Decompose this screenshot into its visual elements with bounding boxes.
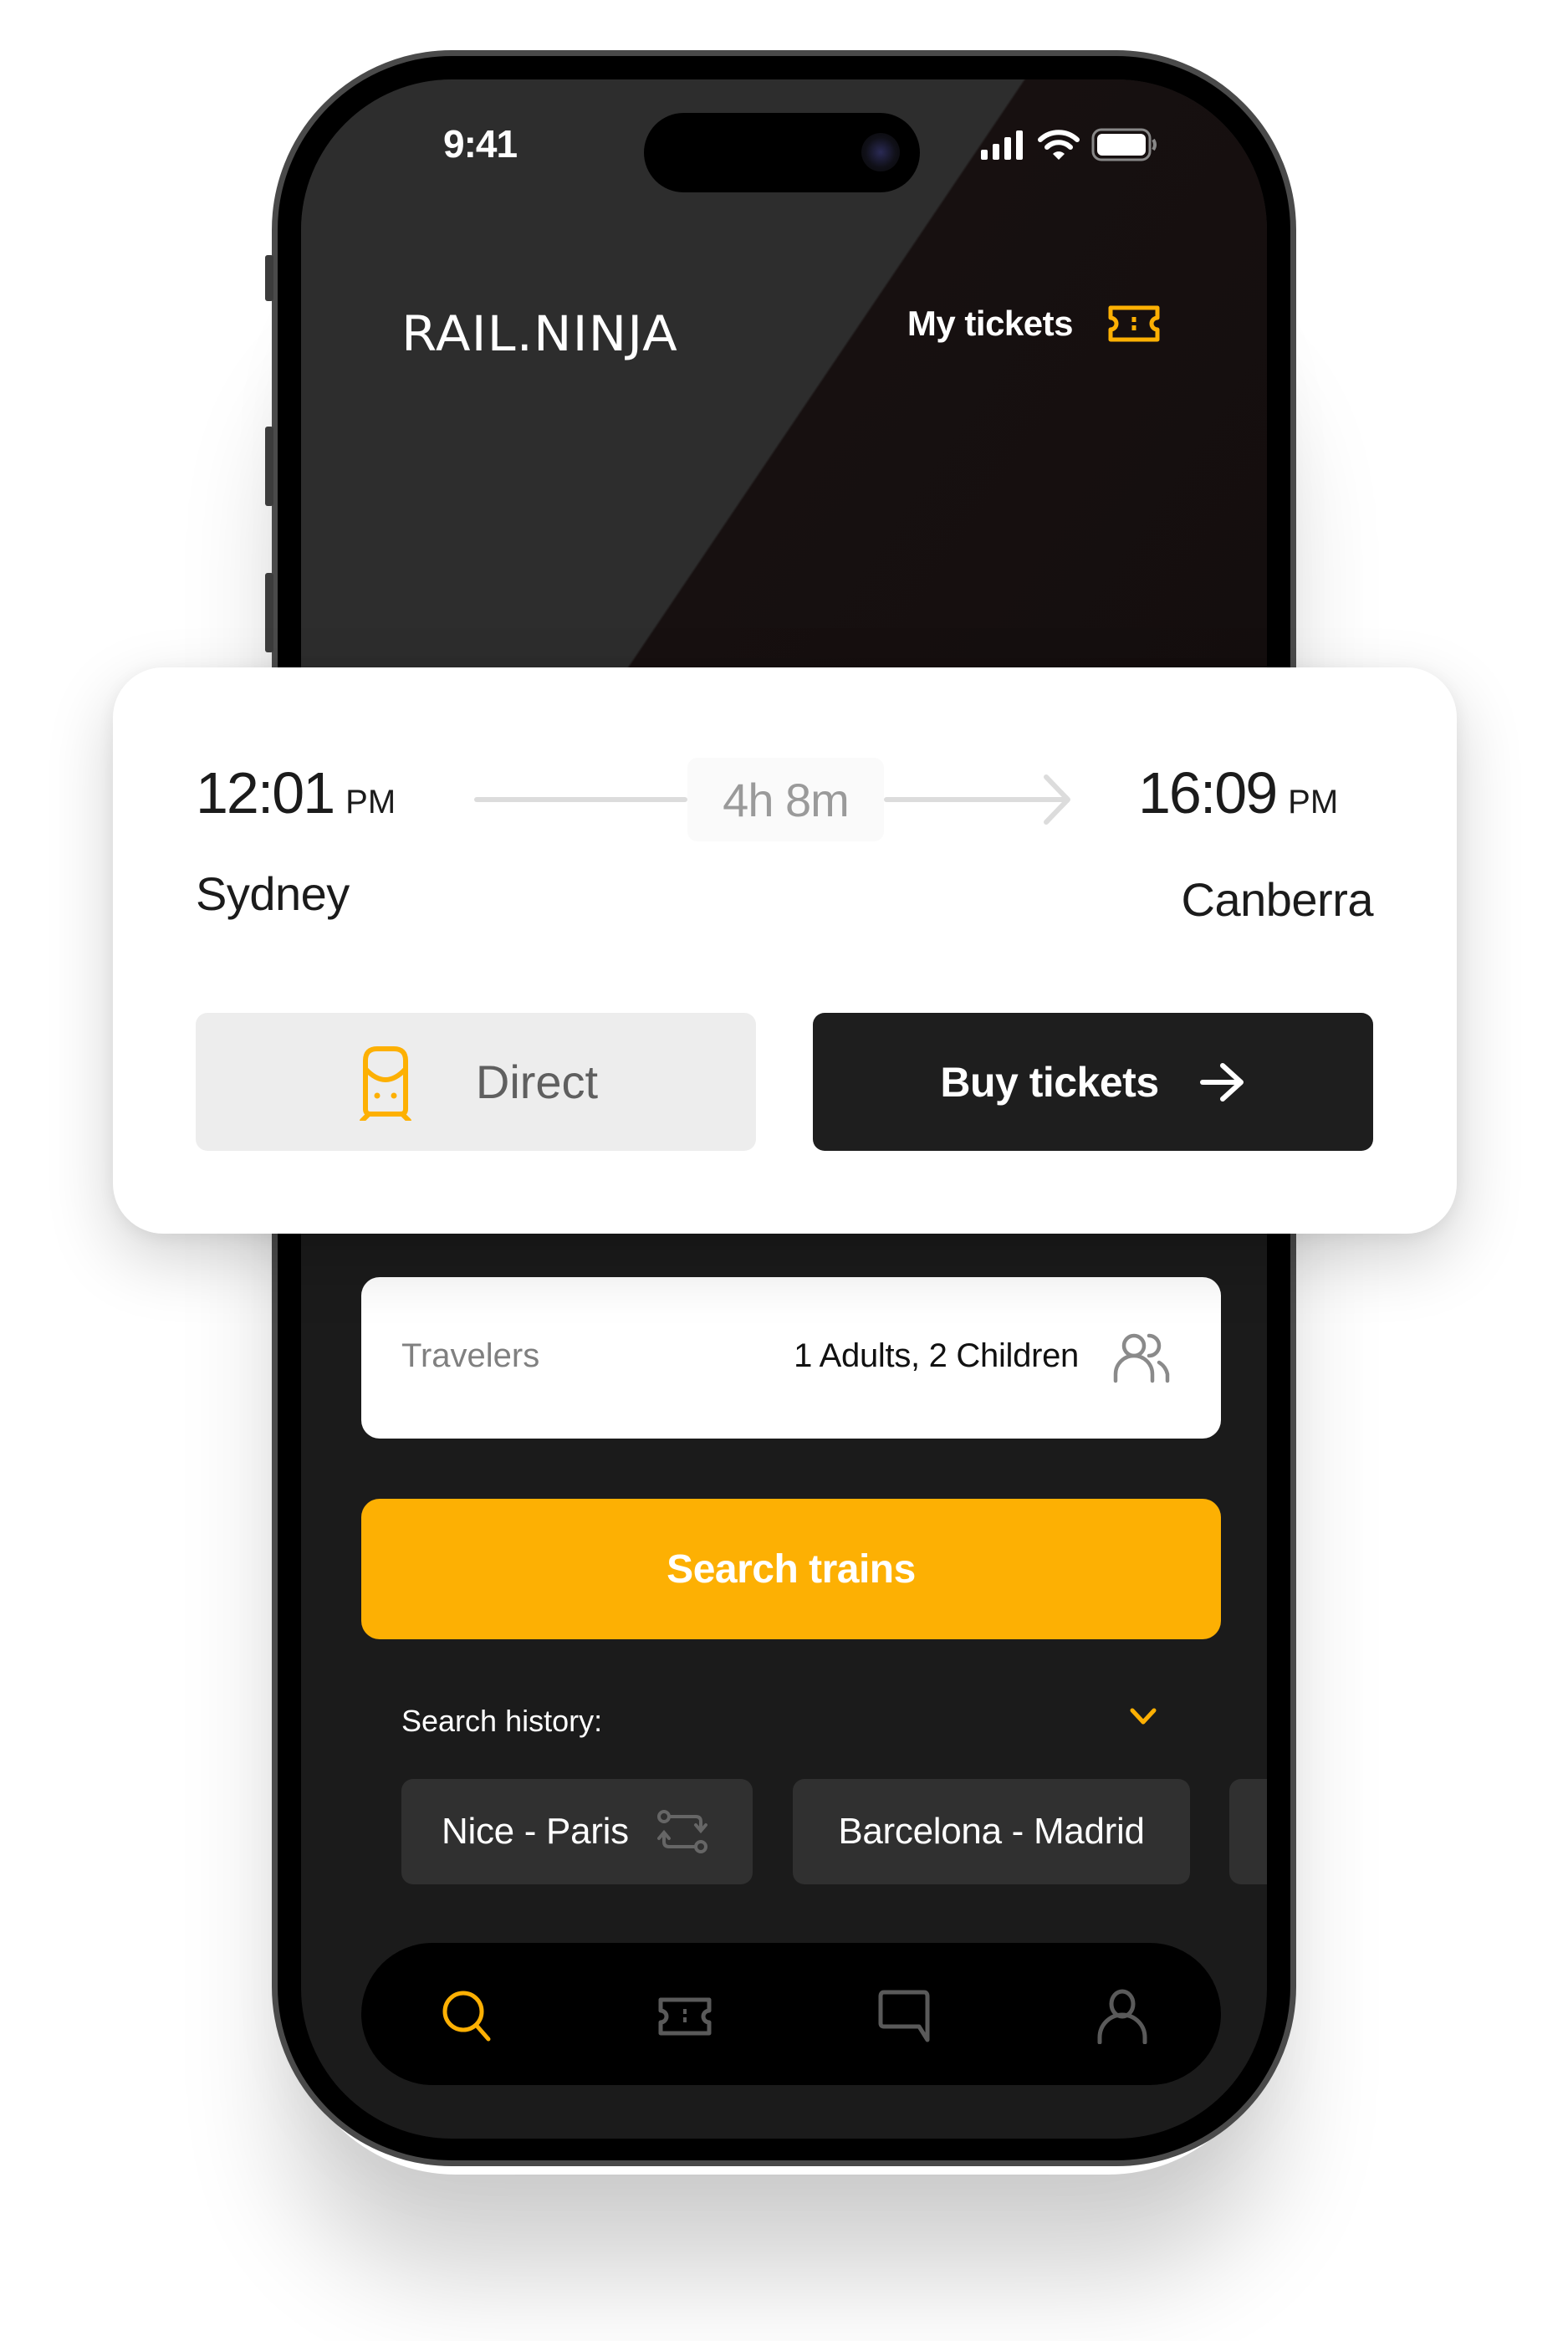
wifi-icon: [1038, 130, 1080, 160]
arrival-time-value: 16:09: [1138, 760, 1278, 825]
nav-messages[interactable]: [871, 1983, 937, 2050]
dynamic-island: [644, 113, 920, 192]
status-time: 9:41: [443, 122, 518, 166]
train-icon: [359, 1045, 411, 1121]
buy-tickets-label: Buy tickets: [940, 1058, 1159, 1106]
cellular-signal-icon: [981, 130, 1023, 160]
nav-tickets[interactable]: [651, 1983, 718, 2050]
route-line-right: [884, 797, 1068, 802]
ticket-icon: [658, 1997, 712, 2036]
chevron-down-icon[interactable]: [1129, 1706, 1157, 1726]
my-tickets-label: My tickets: [907, 304, 1074, 343]
nav-search[interactable]: [434, 1983, 501, 2050]
nav-profile[interactable]: [1089, 1983, 1156, 2050]
direct-badge: Direct: [196, 1013, 756, 1151]
arrival-ampm: PM: [1288, 784, 1339, 820]
my-tickets-link[interactable]: My tickets: [907, 304, 1160, 344]
route-arrow-icon: [1044, 774, 1070, 825]
arrival-city: Canberra: [1181, 873, 1374, 926]
arrival-time: 16:09 PM: [1138, 759, 1338, 826]
arrow-right-icon: [1199, 1062, 1244, 1101]
history-chip-label: Nice - Paris: [442, 1811, 629, 1852]
history-chip[interactable]: Nice - Paris: [401, 1779, 753, 1884]
action-button: [265, 255, 273, 301]
departure-city: Sydney: [196, 867, 350, 920]
user-icon: [1097, 1989, 1147, 2044]
ticket-icon: [1108, 305, 1160, 342]
history-chip-partial[interactable]: [1229, 1779, 1267, 1884]
direct-label: Direct: [475, 1055, 599, 1108]
camera-icon: [861, 133, 900, 171]
travelers-label: Travelers: [401, 1337, 540, 1374]
status-icons: [979, 128, 1158, 161]
trip-card: 12:01 PM Sydney 4h 8m 16:09 PM Canberra Di…: [113, 667, 1457, 1234]
departure-time-value: 12:01: [196, 760, 335, 825]
route-line-left: [474, 797, 687, 802]
chat-icon: [878, 1990, 930, 2042]
travelers-value: 1 Adults, 2 Children: [794, 1337, 1079, 1374]
search-history-label: Search history:: [401, 1704, 603, 1738]
volume-up-button: [265, 427, 273, 506]
bottom-nav: [361, 1943, 1221, 2085]
app-logo[interactable]: RAIL.NINJA: [401, 305, 678, 362]
battery-icon: [1091, 128, 1157, 161]
departure-ampm: PM: [345, 784, 396, 820]
trip-duration: 4h 8m: [687, 758, 884, 841]
search-trains-label: Search trains: [667, 1546, 916, 1592]
travelers-field[interactable]: Travelers 1 Adults, 2 Children: [361, 1277, 1221, 1439]
swap-route-icon: [656, 1810, 707, 1853]
search-icon: [442, 1991, 491, 2042]
search-trains-button[interactable]: Search trains: [361, 1499, 1221, 1639]
volume-down-button: [265, 573, 273, 652]
buy-tickets-button[interactable]: Buy tickets: [813, 1013, 1373, 1151]
users-icon: [1113, 1333, 1170, 1383]
departure-time: 12:01 PM: [196, 759, 396, 826]
history-chip-label: Barcelona - Madrid: [838, 1811, 1145, 1852]
history-chip[interactable]: Barcelona - Madrid: [793, 1779, 1190, 1884]
